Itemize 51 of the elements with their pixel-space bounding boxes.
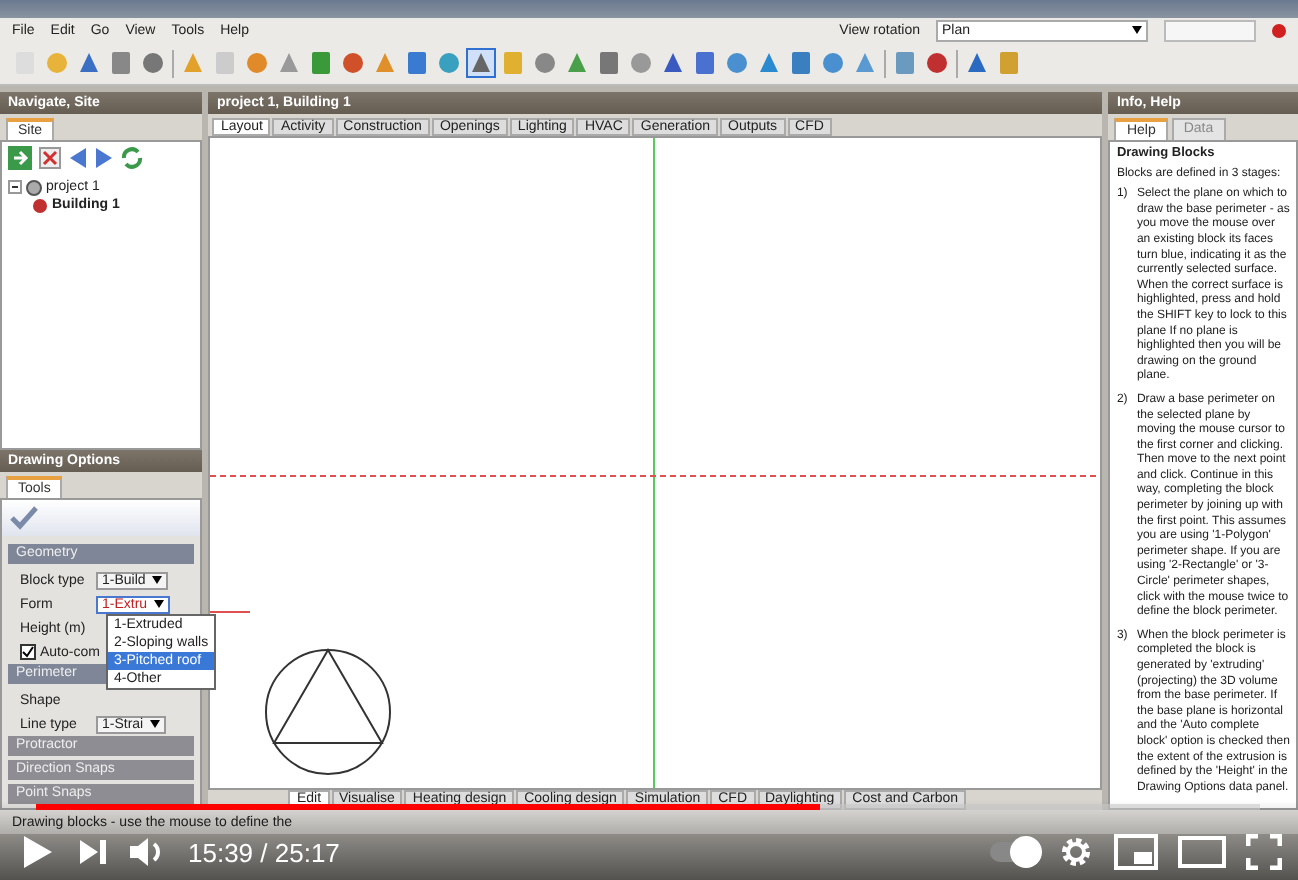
video-time: 15:39 / 25:17 (188, 837, 340, 867)
miniplayer-icon[interactable] (1114, 834, 1158, 870)
toolbar-icon[interactable] (564, 50, 590, 76)
toolbar-icon[interactable] (140, 50, 166, 76)
toolbar-icon[interactable] (532, 50, 558, 76)
toolbar-icon[interactable] (924, 50, 950, 76)
dropdown-arrow-icon (1132, 26, 1142, 34)
toolbar-icon[interactable] (244, 50, 270, 76)
back-icon[interactable] (68, 146, 88, 170)
toolbar-icon[interactable] (340, 50, 366, 76)
toolbar-icon[interactable] (276, 50, 302, 76)
dropdown-arrow-icon (153, 600, 164, 608)
dropdown-arrow-icon (151, 576, 162, 584)
toolbar-icon[interactable] (820, 50, 846, 76)
autoplay-toggle[interactable] (990, 842, 1038, 862)
toolbar-icon[interactable] (76, 50, 102, 76)
refresh-icon[interactable] (120, 146, 144, 170)
circle-drawing (265, 648, 392, 775)
checkmark-icon[interactable] (10, 506, 38, 530)
toolbar-icon[interactable] (964, 50, 990, 76)
next-icon[interactable] (76, 836, 108, 868)
collapse-icon[interactable] (8, 180, 22, 194)
toolbar-icon[interactable] (372, 50, 398, 76)
progress-bar[interactable] (36, 804, 1260, 810)
fullscreen-icon[interactable] (1246, 834, 1282, 870)
arrow-icon[interactable] (8, 146, 32, 170)
toolbar-icon[interactable] (308, 50, 334, 76)
checkbox[interactable] (20, 644, 36, 660)
forward-icon[interactable] (94, 146, 114, 170)
dropdown-arrow-icon (149, 720, 160, 728)
toolbar-icon[interactable] (404, 50, 430, 76)
theater-mode-icon[interactable] (1178, 836, 1226, 868)
toolbar-icon[interactable] (660, 50, 686, 76)
toolbar-icon[interactable] (724, 50, 750, 76)
close-icon[interactable] (1272, 23, 1286, 37)
delete-icon[interactable] (38, 146, 62, 170)
toolbar-icon[interactable] (596, 50, 622, 76)
toolbar-icon[interactable] (756, 50, 782, 76)
toolbar-icon[interactable] (436, 50, 462, 76)
project-icon (26, 179, 42, 195)
search-field[interactable] (1164, 19, 1256, 41)
toolbar-icon[interactable] (692, 50, 718, 76)
toolbar-icon[interactable] (108, 50, 134, 76)
toolbar-icon[interactable] (628, 50, 654, 76)
toolbar-icon[interactable] (892, 50, 918, 76)
toolbar-icon[interactable] (788, 50, 814, 76)
toolbar-icon[interactable] (852, 50, 878, 76)
toolbar-icon[interactable] (468, 50, 494, 76)
axis-line (210, 611, 252, 613)
settings-icon[interactable] (1058, 834, 1094, 870)
building-icon (32, 197, 48, 213)
